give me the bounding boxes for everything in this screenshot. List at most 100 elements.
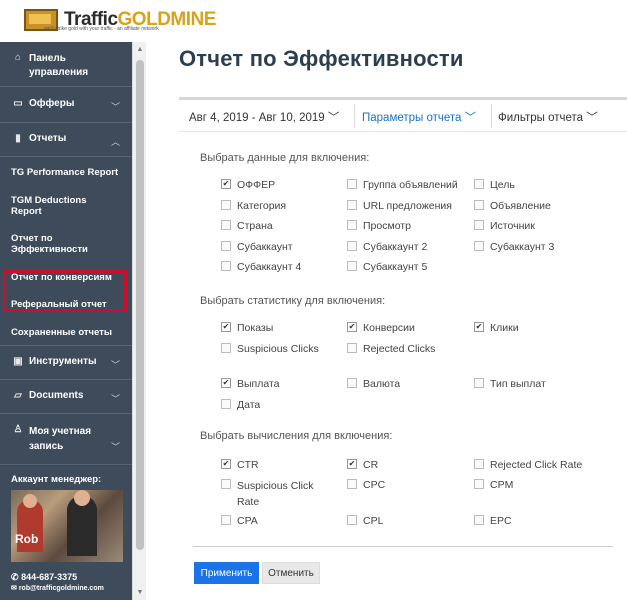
checkbox[interactable] bbox=[347, 200, 357, 210]
sidebar-item-tools[interactable]: ▣ Инструменты ﹀ bbox=[0, 356, 132, 370]
data-option-subaccount-3[interactable]: Субаккаунт 3 bbox=[474, 240, 554, 254]
sidebar-subitem-efficiency-report[interactable]: Отчет по Эффективности bbox=[0, 233, 100, 255]
data-option-source[interactable]: Источник bbox=[474, 219, 535, 233]
checkbox-checked[interactable]: ✔ bbox=[221, 378, 231, 388]
data-option-ad-group[interactable]: Группа объявлений bbox=[347, 178, 458, 192]
calc-option-cpa[interactable]: CPA bbox=[221, 514, 258, 528]
checkbox[interactable] bbox=[347, 378, 357, 388]
checkbox[interactable] bbox=[474, 515, 484, 525]
stats-option-date[interactable]: Дата bbox=[221, 398, 260, 412]
checkbox[interactable] bbox=[221, 220, 231, 230]
calc-option-rejected-click-rate[interactable]: Rejected Click Rate bbox=[474, 458, 582, 472]
chevron-down-icon: ﹀ bbox=[586, 112, 598, 124]
scroll-thumb[interactable] bbox=[136, 60, 144, 550]
checkbox[interactable] bbox=[474, 200, 484, 210]
sidebar-subitem-tgm-deductions[interactable]: TGM Deductions Report bbox=[0, 195, 100, 217]
divider bbox=[0, 464, 132, 465]
checkbox[interactable] bbox=[347, 515, 357, 525]
checkbox[interactable] bbox=[474, 479, 484, 489]
calc-section-title: Выбрать вычисления для включения: bbox=[200, 430, 393, 442]
sidebar-item-account[interactable]: ♙ Моя учетная запись ﹀ bbox=[0, 424, 132, 454]
checkbox-checked[interactable]: ✔ bbox=[221, 459, 231, 469]
checkbox[interactable] bbox=[347, 343, 357, 353]
sidebar-item-dashboard[interactable]: ⌂ Панель управления bbox=[0, 52, 132, 80]
scroll-down-icon[interactable]: ▼ bbox=[135, 588, 145, 598]
checkbox[interactable] bbox=[474, 459, 484, 469]
calc-option-ctr[interactable]: ✔ CTR bbox=[221, 458, 259, 472]
data-option-view[interactable]: Просмотр bbox=[347, 219, 411, 233]
scroll-up-icon[interactable]: ▲ bbox=[135, 45, 145, 55]
divider bbox=[0, 413, 132, 414]
brand-tagline: we'll strike gold with your traffic · an… bbox=[44, 26, 159, 32]
calc-option-suspicious-click-rate[interactable]: Suspicious Click Rate bbox=[221, 478, 336, 510]
sidebar-item-reports[interactable]: ▮ Отчеты ︿ bbox=[0, 133, 132, 147]
divider bbox=[0, 122, 132, 123]
user-icon: ♙ bbox=[13, 424, 23, 435]
data-option-ad[interactable]: Объявление bbox=[474, 199, 551, 213]
checkbox[interactable] bbox=[347, 241, 357, 251]
checkbox-checked[interactable]: ✔ bbox=[474, 322, 484, 332]
checkbox[interactable] bbox=[347, 261, 357, 271]
cancel-button[interactable]: Отменить bbox=[262, 562, 320, 584]
sidebar-item-offers[interactable]: ▭ Офферы ﹀ bbox=[0, 98, 132, 112]
report-params-dropdown[interactable]: Параметры отчета ﹀ bbox=[362, 109, 476, 125]
divider bbox=[0, 379, 132, 380]
data-option-subaccount-5[interactable]: Субаккаунт 5 bbox=[347, 260, 427, 274]
checkbox-checked[interactable]: ✔ bbox=[221, 322, 231, 332]
checkbox-checked[interactable]: ✔ bbox=[347, 322, 357, 332]
manager-email[interactable]: ✉ rob@trafficgoldmine.com bbox=[11, 585, 133, 593]
divider bbox=[0, 86, 132, 87]
stats-option-rejected-clicks[interactable]: Rejected Clicks bbox=[347, 342, 435, 356]
checkbox[interactable] bbox=[474, 179, 484, 189]
stats-option-suspicious-clicks[interactable]: Suspicious Clicks bbox=[221, 342, 319, 356]
checkbox[interactable] bbox=[221, 261, 231, 271]
stats-option-clicks[interactable]: ✔ Клики bbox=[474, 321, 519, 335]
calc-option-cr[interactable]: ✔ CR bbox=[347, 458, 378, 472]
stats-option-payout[interactable]: ✔ Выплата bbox=[221, 377, 280, 391]
checkbox-checked[interactable]: ✔ bbox=[347, 459, 357, 469]
checkbox[interactable] bbox=[221, 399, 231, 409]
calc-option-cpm[interactable]: CPM bbox=[474, 478, 513, 492]
stats-option-payout-type[interactable]: Тип выплат bbox=[474, 377, 546, 391]
checkbox[interactable] bbox=[347, 220, 357, 230]
sidebar-item-documents[interactable]: ▱ Documents ﹀ bbox=[0, 390, 132, 404]
data-option-subaccount-4[interactable]: Субаккаунт 4 bbox=[221, 260, 301, 274]
sidebar-subitem-saved-reports[interactable]: Сохраненные отчеты bbox=[0, 327, 132, 338]
calc-option-epc[interactable]: EPC bbox=[474, 514, 512, 528]
checkbox[interactable] bbox=[347, 479, 357, 489]
chevron-down-icon: ﹀ bbox=[110, 394, 120, 404]
checkbox[interactable] bbox=[221, 241, 231, 251]
report-filters-dropdown[interactable]: Фильтры отчета ﹀ bbox=[498, 109, 598, 125]
sidebar-subitem-conversions-report[interactable]: Отчет по конверсиям bbox=[0, 272, 132, 283]
checkbox[interactable] bbox=[474, 220, 484, 230]
checkbox[interactable] bbox=[221, 479, 231, 489]
data-option-subaccount-2[interactable]: Субаккаунт 2 bbox=[347, 240, 427, 254]
checkbox[interactable] bbox=[474, 241, 484, 251]
sidebar-subitem-tg-performance[interactable]: TG Performance Report bbox=[0, 167, 132, 178]
calc-option-cpc[interactable]: CPC bbox=[347, 478, 385, 492]
data-option-offer[interactable]: ✔ ОФФЕР bbox=[221, 178, 275, 192]
stats-option-conversions[interactable]: ✔ Конверсии bbox=[347, 321, 415, 335]
data-option-category[interactable]: Категория bbox=[221, 199, 286, 213]
checkbox[interactable] bbox=[474, 378, 484, 388]
stats-option-currency[interactable]: Валюта bbox=[347, 377, 400, 391]
checkbox[interactable] bbox=[221, 200, 231, 210]
divider bbox=[491, 104, 492, 128]
calc-option-cpl[interactable]: CPL bbox=[347, 514, 383, 528]
date-range-dropdown[interactable]: Авг 4, 2019 - Авг 10, 2019 ﹀ bbox=[189, 109, 339, 125]
stats-option-impressions[interactable]: ✔ Показы bbox=[221, 321, 273, 335]
checkbox[interactable] bbox=[221, 515, 231, 525]
data-option-goal[interactable]: Цель bbox=[474, 178, 515, 192]
checkbox[interactable] bbox=[221, 343, 231, 353]
apply-button[interactable]: Применить bbox=[194, 562, 259, 584]
checkbox-checked[interactable]: ✔ bbox=[221, 179, 231, 189]
data-option-country[interactable]: Страна bbox=[221, 219, 273, 233]
report-filter-bar: Авг 4, 2019 - Авг 10, 2019 ﹀ Параметры о… bbox=[179, 100, 627, 132]
data-option-offer-url[interactable]: URL предложения bbox=[347, 199, 452, 213]
sidebar-scrollbar[interactable]: ▲ ▼ bbox=[132, 42, 146, 600]
account-manager-name: Rob bbox=[15, 532, 39, 546]
top-bar: TrafficGOLDMINE we'll strike gold with y… bbox=[0, 0, 627, 42]
sidebar-subitem-referral-report[interactable]: Реферальный отчет bbox=[0, 299, 132, 310]
data-option-subaccount[interactable]: Субаккаунт bbox=[221, 240, 293, 254]
checkbox[interactable] bbox=[347, 179, 357, 189]
